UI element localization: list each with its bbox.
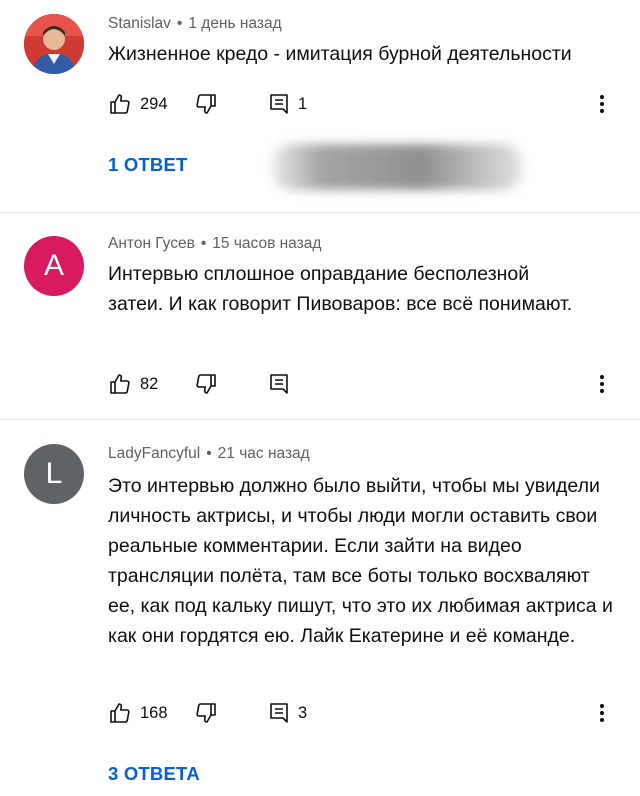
dislike-button[interactable] bbox=[194, 699, 218, 727]
reply-button[interactable]: 1 bbox=[268, 90, 307, 118]
avatar-photo-icon bbox=[24, 14, 84, 74]
author-name[interactable]: Антон Гусев bbox=[108, 235, 195, 252]
thumb-down-icon bbox=[196, 703, 216, 723]
avatar[interactable]: L bbox=[24, 444, 84, 504]
like-button[interactable]: 294 bbox=[108, 90, 168, 118]
like-count: 168 bbox=[140, 703, 168, 722]
like-count: 82 bbox=[140, 374, 159, 393]
more-vert-icon[interactable] bbox=[596, 699, 608, 727]
view-replies-link[interactable]: 1 ОТВЕТ bbox=[108, 154, 188, 176]
comment-time[interactable]: 1 день назад bbox=[188, 15, 281, 32]
dislike-button[interactable] bbox=[194, 370, 218, 398]
view-replies-link[interactable]: 3 ОТВЕТА bbox=[108, 763, 200, 785]
comment-meta: Антон Гусев • 15 часов назад bbox=[108, 235, 321, 253]
comment-actions: 294 1 bbox=[108, 90, 628, 118]
avatar[interactable] bbox=[24, 14, 84, 74]
comment-meta: LadyFancyful • 21 час назад bbox=[108, 445, 310, 463]
avatar-letter: A bbox=[43, 249, 64, 282]
thumb-down-icon bbox=[196, 94, 216, 114]
comment-text: Жизненное кредо - имитация бурной деятел… bbox=[108, 43, 572, 65]
reply-count: 3 bbox=[298, 703, 308, 722]
separator: • bbox=[200, 235, 207, 252]
comment-text: Интервью сплошное оправдание бесполезной… bbox=[108, 263, 573, 315]
comment-anton: A Антон Гусев • 15 часов назад Интервью сп… bbox=[0, 213, 640, 419]
avatar-letter: L bbox=[45, 457, 63, 490]
like-count: 294 bbox=[140, 94, 168, 113]
more-vert-icon[interactable] bbox=[596, 90, 608, 118]
reply-icon bbox=[270, 374, 288, 394]
comment-meta: Stanislav • 1 день назад bbox=[108, 15, 282, 33]
separator: • bbox=[176, 15, 183, 32]
blurred-region bbox=[272, 144, 522, 190]
thumb-down-icon bbox=[196, 374, 216, 394]
thumb-up-icon bbox=[110, 94, 130, 114]
comment-time[interactable]: 15 часов назад bbox=[212, 235, 321, 252]
comment-time[interactable]: 21 час назад bbox=[218, 445, 310, 462]
author-name[interactable]: LadyFancyful bbox=[108, 445, 200, 462]
comment-text: Это интервью должно было выйти, чтобы мы… bbox=[108, 475, 613, 647]
reply-button[interactable]: 3 bbox=[268, 699, 307, 727]
reply-icon bbox=[270, 94, 288, 114]
separator: • bbox=[206, 445, 212, 462]
comment-stanislav: Stanislav • 1 день назад Жизненное кредо -… bbox=[0, 0, 640, 212]
thumb-up-icon bbox=[110, 703, 130, 723]
avatar[interactable]: A bbox=[24, 236, 84, 296]
comment-ladyfancyful: L LadyFancyful • 21 час назад Это интервью… bbox=[0, 420, 640, 796]
dislike-button[interactable] bbox=[194, 90, 218, 118]
like-button[interactable]: 168 bbox=[108, 699, 168, 727]
thumb-up-icon bbox=[110, 374, 130, 394]
reply-count: 1 bbox=[298, 94, 308, 113]
author-name[interactable]: Stanislav bbox=[108, 15, 171, 32]
comment-actions: 168 3 bbox=[108, 699, 628, 727]
comment-actions: 82 bbox=[108, 370, 628, 398]
more-vert-icon[interactable] bbox=[596, 370, 608, 398]
like-button[interactable]: 82 bbox=[108, 370, 158, 398]
reply-button[interactable] bbox=[268, 370, 290, 398]
reply-icon bbox=[270, 703, 288, 723]
